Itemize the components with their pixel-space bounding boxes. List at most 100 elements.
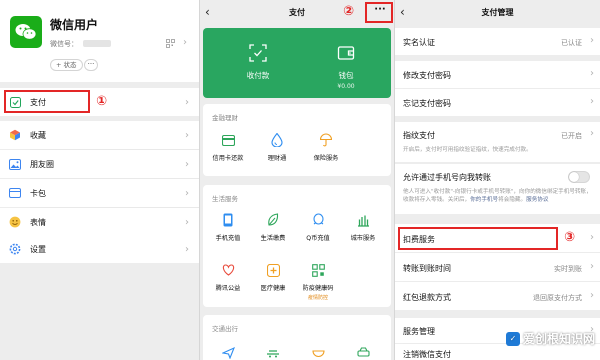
car-icon — [356, 346, 370, 357]
more-button[interactable]: ··· — [84, 59, 98, 71]
service-label: 医疗健康 — [260, 285, 286, 292]
watermark-text: 爱创根知识网 — [523, 332, 596, 346]
service-label: 手机充值 — [215, 235, 241, 242]
menu-label: 卡包 — [30, 188, 46, 198]
me-panel: 微信用户 微信号： › + 状态 ··· 支付 › 收藏 › 朋友圈 › 卡包 … — [0, 0, 199, 360]
wallet-label: 钱包 — [338, 71, 354, 80]
step-number-2: ② — [343, 4, 355, 19]
pay-panel: ‹ 支付 ··· ② 收付款 钱包 ¥0.00 金融理财 信用卡还款 理财通 保… — [200, 0, 394, 360]
menu-item-stickers[interactable]: 表情 › — [0, 208, 199, 236]
row-fingerprint-pay[interactable]: 指纹支付 已开启 › 开启后，支付时可用指纹验证指纹，快速完成付款。 — [395, 122, 600, 162]
menu-item-favorites[interactable]: 收藏 › — [0, 121, 199, 149]
menu-label: 收藏 — [30, 130, 46, 140]
chevron-right-icon: › — [185, 187, 189, 199]
row-label: 指纹支付 — [403, 131, 435, 140]
highlight-box-pay — [4, 90, 90, 113]
service-agreement-link[interactable]: 服务协议 — [526, 197, 548, 203]
receive-pay-button[interactable]: 收付款 — [228, 44, 288, 81]
chevron-right-icon: › — [590, 35, 594, 46]
settings-gear-icon — [9, 243, 21, 255]
service-label: Q币充值 — [306, 235, 330, 242]
food-bowl-icon — [311, 349, 325, 357]
medical-cross-icon — [266, 263, 280, 277]
service-travel-2[interactable] — [252, 345, 294, 359]
qq-icon — [312, 213, 324, 225]
service-travel-4[interactable] — [342, 345, 384, 359]
chevron-right-icon: › — [590, 232, 594, 243]
row-forgot-password[interactable]: 忘记支付密码 › — [395, 89, 600, 116]
chevron-right-icon: › — [185, 158, 189, 170]
service-health-code[interactable]: 防疫健康码 疫情防控 — [297, 263, 339, 301]
row-red-packet-refund[interactable]: 红包退款方式 退回原支付方式 › — [395, 282, 600, 310]
row-value: 已认证 — [561, 39, 582, 47]
service-label: 保险服务 — [313, 155, 339, 162]
wallet-icon — [337, 46, 355, 60]
service-insurance[interactable]: 保险服务 — [305, 133, 347, 162]
wallet-button[interactable]: 钱包 ¥0.00 — [316, 44, 376, 90]
sticker-smile-icon — [9, 216, 21, 228]
wechat-logo-icon — [15, 24, 37, 40]
row-description: 开启后，支付时可用指纹验证指纹，快速完成付款。 — [403, 147, 532, 153]
row-change-password[interactable]: 修改支付密码 › — [395, 61, 600, 88]
moments-icon — [9, 158, 21, 170]
chevron-right-icon: › — [183, 37, 187, 48]
service-label: 理财通 — [267, 155, 287, 162]
row-phone-transfer: 允许通过手机号向我转账 他人可进入"收付款"-向银行卡或手机号转账"，向你的微信… — [395, 164, 600, 214]
chevron-right-icon: › — [590, 261, 594, 272]
service-tencent-charity[interactable]: 腾讯公益 — [207, 263, 249, 292]
row-realname-auth[interactable]: 实名认证 已认证 › — [395, 28, 600, 55]
menu-item-settings[interactable]: 设置 › — [0, 235, 199, 263]
life-services-section: 生活服务 手机充值 生活缴费 Q币充值 城市服务 腾讯公益 医疗健康 防疫健康码 — [203, 185, 391, 307]
row-label: 服务管理 — [403, 327, 435, 336]
mobile-phone-icon — [223, 213, 233, 227]
receive-pay-label: 收付款 — [246, 71, 270, 80]
chevron-right-icon: › — [590, 290, 594, 301]
row-label: 允许通过手机号向我转账 — [403, 173, 491, 182]
menu-item-card-wallet[interactable]: 卡包 › — [0, 179, 199, 207]
service-medical-health[interactable]: 医疗健康 — [252, 263, 294, 292]
service-travel-3[interactable] — [297, 345, 339, 359]
service-city-services[interactable]: 城市服务 — [342, 213, 384, 242]
row-label: 修改支付密码 — [403, 71, 451, 80]
service-label: 生活缴费 — [260, 235, 286, 242]
drop-icon — [271, 133, 283, 147]
pay-card: 收付款 钱包 ¥0.00 — [203, 28, 391, 98]
finance-section: 金融理财 信用卡还款 理财通 保险服务 — [203, 104, 391, 176]
qr-code-icon[interactable] — [166, 39, 175, 48]
service-licaitong[interactable]: 理财通 — [256, 133, 298, 162]
service-label: 信用卡还款 — [212, 155, 244, 162]
wechat-id-label: 微信号： — [50, 40, 78, 48]
menu-item-moments[interactable]: 朋友圈 › — [0, 150, 199, 178]
page-title: 支付管理 — [481, 8, 514, 17]
watermark-logo-icon: ✓ — [506, 331, 520, 346]
row-transfer-arrival-time[interactable]: 转账到账时间 实时到账 › — [395, 253, 600, 281]
service-label: 防疫健康码 — [302, 285, 334, 292]
row-label: 注销微信支付 — [403, 350, 451, 359]
service-label: 腾讯公益 — [215, 285, 241, 292]
section-title: 交通出行 — [212, 325, 238, 333]
profile-header[interactable]: 微信用户 微信号： › + 状态 ··· — [0, 0, 199, 82]
phone-number-link[interactable]: 你的手机号 — [470, 197, 498, 203]
city-building-icon — [357, 215, 369, 227]
favorites-icon — [9, 129, 21, 141]
chevron-right-icon: › — [590, 128, 594, 139]
avatar[interactable] — [10, 16, 42, 48]
service-travel-1[interactable] — [207, 345, 249, 359]
travel-section: 交通出行 — [203, 315, 391, 360]
status-button[interactable]: + 状态 — [50, 59, 83, 71]
row-label: 转账到账时间 — [403, 264, 451, 273]
wechat-id-value-blurred — [83, 40, 111, 47]
chevron-right-icon: › — [590, 68, 594, 79]
train-icon — [267, 350, 279, 358]
service-qcoin-topup[interactable]: Q币充值 — [297, 213, 339, 242]
service-mobile-topup[interactable]: 手机充值 — [207, 213, 249, 242]
phone-transfer-toggle[interactable] — [568, 171, 590, 183]
step-number-1: ① — [96, 94, 108, 109]
row-value: 实时到账 — [554, 265, 582, 273]
service-credit-card-repay[interactable]: 信用卡还款 — [207, 133, 249, 162]
service-utility-bills[interactable]: 生活缴费 — [252, 213, 294, 242]
service-label: 城市服务 — [350, 235, 376, 242]
row-value: 已开启 — [561, 132, 582, 140]
menu-label: 表情 — [30, 217, 46, 227]
row-label: 忘记支付密码 — [403, 99, 451, 108]
